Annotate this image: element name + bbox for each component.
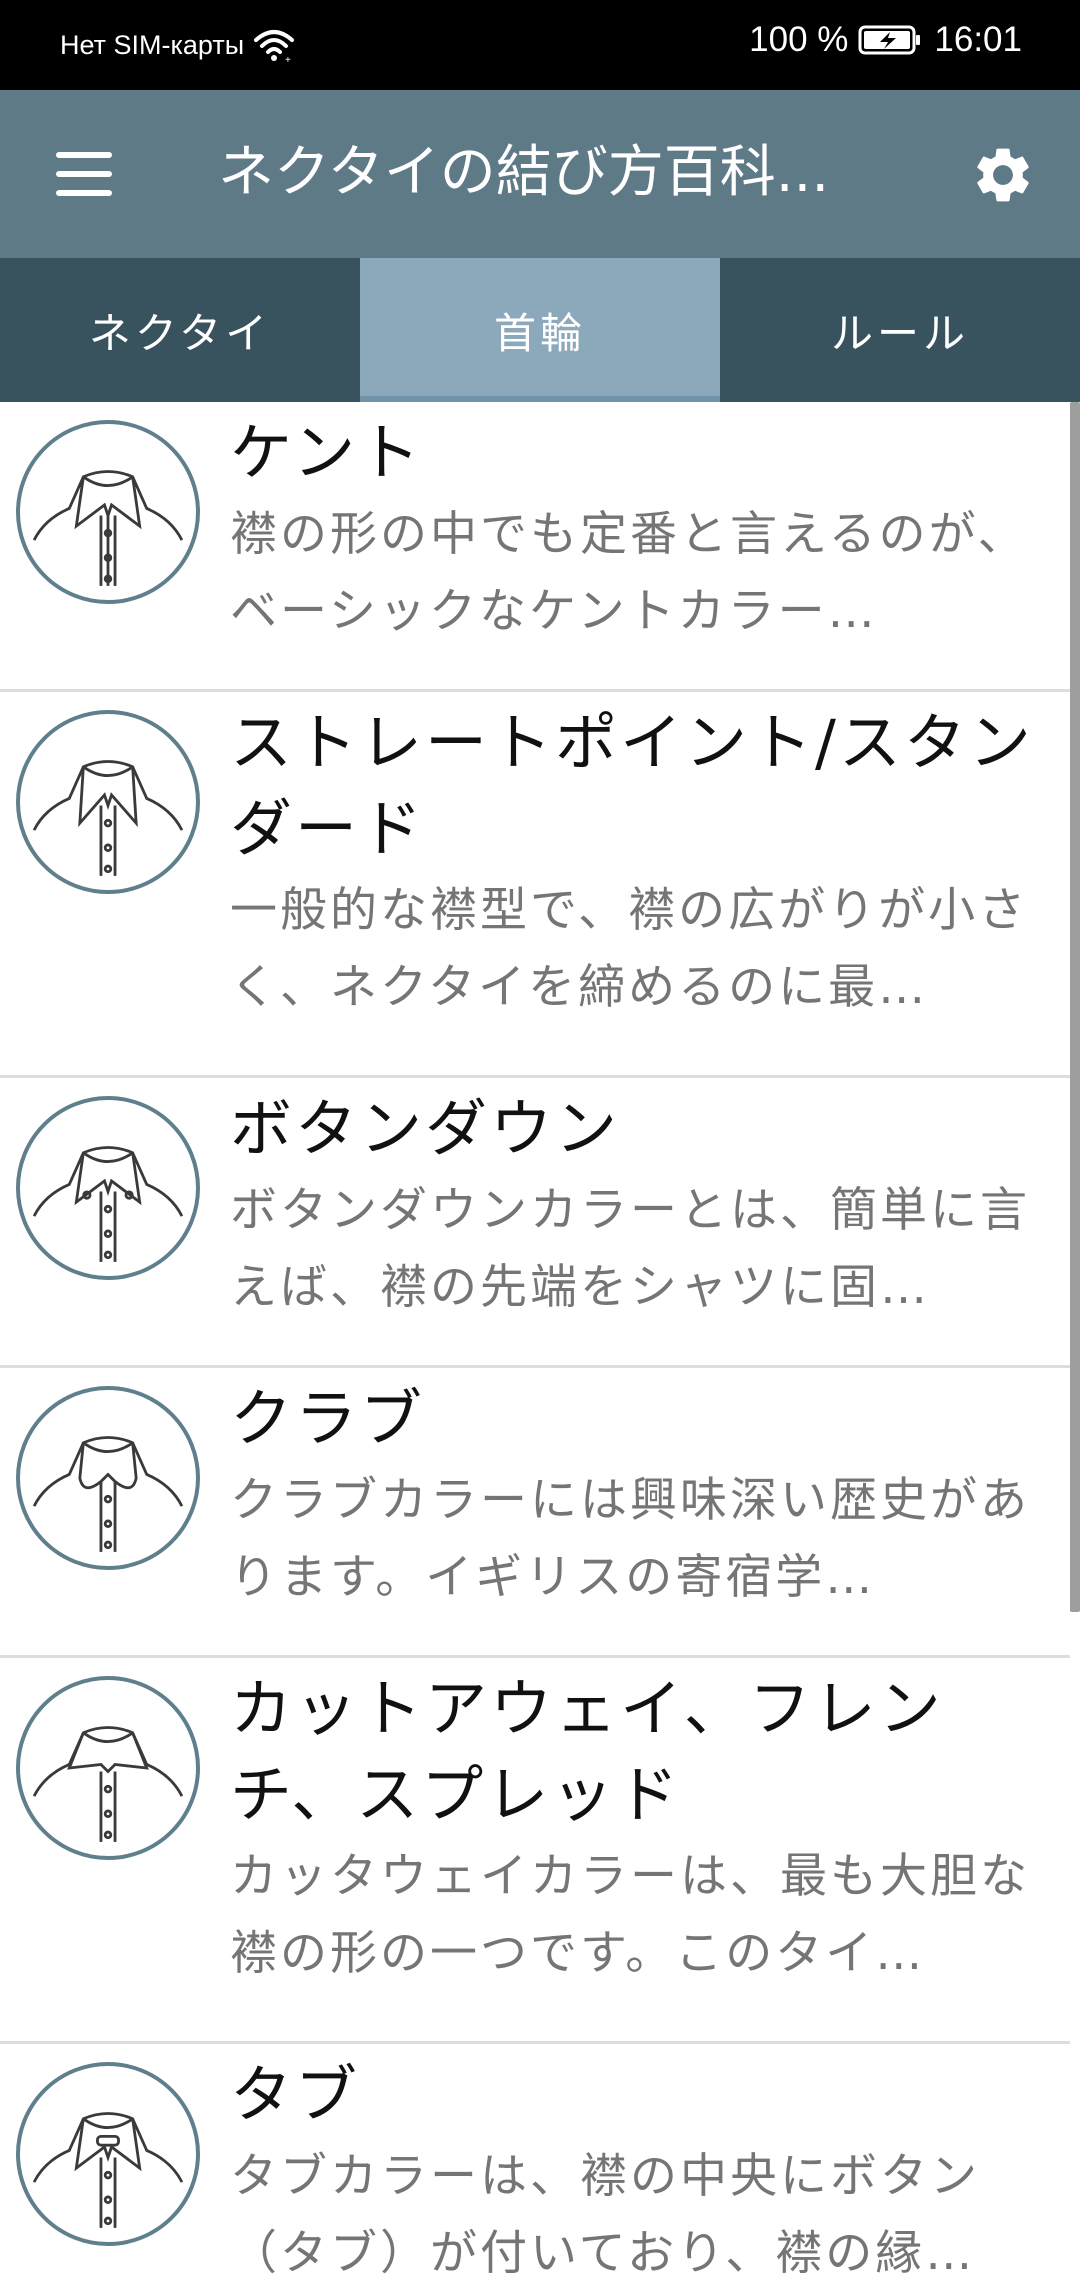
list-item[interactable]: タブ タブカラーは、襟の中央にボタン（タブ）が付いており、襟の縁… (0, 2044, 1070, 2280)
tab-label: ルール (830, 308, 969, 358)
status-bar: Нет SIM-карты + 100 % 16:01 (0, 0, 1080, 90)
straight-point-collar-shirt-icon (16, 710, 200, 894)
cutaway-collar-shirt-icon (16, 1676, 200, 1860)
status-left: Нет SIM-карты + (60, 26, 296, 64)
item-text: ボタンダウン ボタンダウンカラーとは、簡単に言えば、襟の先端をシャツに固… (230, 1086, 1060, 1326)
item-title: ボタンダウン (230, 1092, 621, 1165)
carrier-label: Нет SIM-карты (60, 29, 245, 60)
tab-rules[interactable]: ルール (720, 258, 1080, 402)
tab-collar-shirt-icon (16, 2062, 200, 2246)
item-text: カットアウェイ、フレンチ、スプレッド カッタウェイカラーは、最も大胆な襟の形の一… (230, 1666, 1060, 1992)
item-title: ケント (230, 416, 424, 489)
svg-text:+: + (285, 55, 291, 64)
item-text: ストレートポイント/スタンダード 一般的な襟型で、襟の広がりが小さく、ネクタイを… (230, 700, 1060, 1026)
clock: 16:01 (934, 20, 1022, 59)
item-text: ケント 襟の形の中でも定番と言えるのが、ベーシックなケントカラー… (230, 410, 1060, 650)
tab-label: 首輪 (493, 308, 586, 358)
gear-icon (977, 148, 1029, 202)
tab-necktie[interactable]: ネクタイ (0, 258, 360, 402)
battery-percent: 100 % (749, 20, 849, 59)
settings-button[interactable] (970, 142, 1036, 208)
item-description: クラブカラーには興味深い歴史があります。イギリスの寄宿学… (230, 1473, 1030, 1605)
scrollbar[interactable] (1070, 402, 1080, 1612)
item-text: クラブ クラブカラーには興味深い歴史があります。イギリスの寄宿学… (230, 1376, 1060, 1616)
wifi-icon: + (254, 30, 295, 64)
button-down-collar-shirt-icon (16, 1096, 200, 1280)
list-item[interactable]: ボタンダウン ボタンダウンカラーとは、簡単に言えば、襟の先端をシャツに固… (0, 1078, 1070, 1368)
item-description: カッタウェイカラーは、最も大胆な襟の形の一つです。このタイ… (230, 1849, 1030, 1981)
status-right: 100 % 16:01 (749, 20, 1022, 60)
item-title: クラブ (230, 1382, 426, 1455)
item-description: 襟の形の中でも定番と言えるのが、ベーシックなケントカラー… (230, 507, 1028, 639)
item-title: ストレートポイント/スタンダード (230, 706, 1034, 865)
list-item[interactable]: クラブ クラブカラーには興味深い歴史があります。イギリスの寄宿学… (0, 1368, 1070, 1658)
item-description: ボタンダウンカラーとは、簡単に言えば、襟の先端をシャツに固… (230, 1183, 1030, 1315)
item-text: タブ タブカラーは、襟の中央にボタン（タブ）が付いており、襟の縁… (230, 2052, 1060, 2280)
tab-collar[interactable]: 首輪 (360, 258, 720, 402)
item-description: タブカラーは、襟の中央にボタン（タブ）が付いており、襟の縁… (230, 2149, 980, 2280)
item-description: 一般的な襟型で、襟の広がりが小さく、ネクタイを締めるのに最… (230, 883, 1029, 1015)
list-item[interactable]: ケント 襟の形の中でも定番と言えるのが、ベーシックなケントカラー… (0, 402, 1070, 692)
kent-collar-shirt-icon (16, 420, 200, 604)
menu-button[interactable] (50, 146, 118, 202)
list-item[interactable]: ストレートポイント/スタンダード 一般的な襟型で、襟の広がりが小さく、ネクタイを… (0, 692, 1070, 1078)
app-title: ネクタイの結び方百科... (218, 140, 830, 205)
club-collar-shirt-icon (16, 1386, 200, 1570)
list-item[interactable]: カットアウェイ、フレンチ、スプレッド カッタウェイカラーは、最も大胆な襟の形の一… (0, 1658, 1070, 2044)
app-bar: ネクタイの結び方百科... (0, 90, 1080, 258)
tab-bar: ネクタイ 首輪 ルール (0, 258, 1080, 402)
tab-label: ネクタイ (88, 308, 272, 358)
item-title: タブ (230, 2058, 361, 2131)
item-title: カットアウェイ、フレンチ、スプレッド (230, 1672, 944, 1831)
battery-charging-icon (858, 25, 921, 55)
collar-list: ケント 襟の形の中でも定番と言えるのが、ベーシックなケントカラー… ストレートポ… (0, 402, 1070, 2280)
hamburger-menu-icon (56, 152, 112, 196)
